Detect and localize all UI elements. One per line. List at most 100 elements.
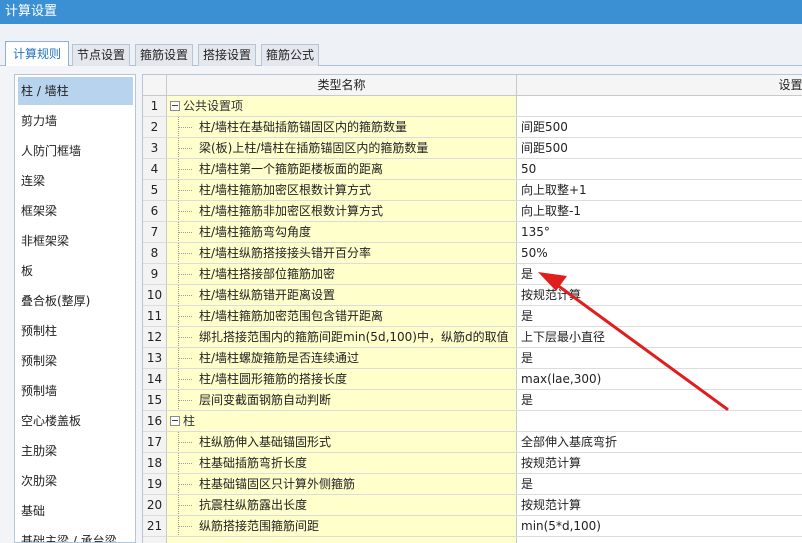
row-name-cell[interactable]: 柱/墙柱在基础插筋锚固区内的箍筋数量 bbox=[167, 117, 517, 137]
tab-node-settings[interactable]: 节点设置 bbox=[72, 44, 130, 66]
row-name-cell[interactable]: 柱/墙柱箍筋加密区根数计算方式 bbox=[167, 180, 517, 200]
row-name-cell[interactable]: 绑扎搭接范围内的箍筋间距min(5d,100)中，纵筋d的取值 bbox=[167, 327, 517, 347]
row-value-cell[interactable]: min(5*d,100) bbox=[517, 516, 802, 536]
table-row[interactable]: 15 层间变截面钢筋自动判断 是 bbox=[143, 390, 802, 411]
row-label: 梁(板)上柱/墙柱在插筋锚固区内的箍筋数量 bbox=[199, 141, 429, 155]
tab-stirrup-formula[interactable]: 箍筋公式 bbox=[261, 44, 319, 66]
row-name-cell[interactable]: 柱基础插筋弯折长度 bbox=[167, 453, 517, 473]
tab-stirrup-settings[interactable]: 箍筋设置 bbox=[135, 44, 193, 66]
row-name-cell[interactable]: 梁(板)上柱/墙柱在插筋锚固区内的箍筋数量 bbox=[167, 138, 517, 158]
table-row[interactable]: 3 梁(板)上柱/墙柱在插筋锚固区内的箍筋数量 间距500 bbox=[143, 138, 802, 159]
row-name-cell[interactable]: 层间变截面钢筋自动判断 bbox=[167, 390, 517, 410]
row-name-cell[interactable]: 纵筋搭接范围箍筋间距 bbox=[167, 516, 517, 536]
row-value-cell[interactable]: 是 bbox=[517, 348, 802, 368]
row-value-cell[interactable]: 按规范计算 bbox=[517, 285, 802, 305]
table-row[interactable]: 8 柱/墙柱纵筋搭接接头错开百分率 50% bbox=[143, 243, 802, 264]
table-row[interactable]: 2 柱/墙柱在基础插筋锚固区内的箍筋数量 间距500 bbox=[143, 117, 802, 138]
row-value-cell[interactable]: 向上取整+1 bbox=[517, 180, 802, 200]
row-name-cell[interactable]: 柱基础锚固区只计算外侧箍筋 bbox=[167, 474, 517, 494]
collapse-icon[interactable] bbox=[170, 101, 180, 111]
table-row[interactable]: 4 柱/墙柱第一个箍筋距楼板面的距离 50 bbox=[143, 159, 802, 180]
sidebar-item-non-frame-beam[interactable]: 非框架梁 bbox=[18, 227, 133, 255]
row-name-cell[interactable]: 柱 bbox=[167, 411, 517, 431]
row-value-cell[interactable]: 是 bbox=[517, 306, 802, 326]
row-value-cell[interactable]: 间距500 bbox=[517, 138, 802, 158]
sidebar-item-foundation[interactable]: 基础 bbox=[18, 497, 133, 525]
row-value-cell[interactable]: 上下层最小直径 bbox=[517, 327, 802, 347]
table-row[interactable]: 13 柱/墙柱螺旋箍筋是否连续通过 是 bbox=[143, 348, 802, 369]
row-label: 柱/墙柱搭接部位箍筋加密 bbox=[199, 267, 336, 281]
sidebar-item-hollow-slab[interactable]: 空心楼盖板 bbox=[18, 407, 133, 435]
row-value-cell[interactable]: 是 bbox=[517, 264, 802, 284]
header-type-name[interactable]: 类型名称 bbox=[167, 75, 517, 96]
sidebar-item-coupling-beam[interactable]: 连梁 bbox=[18, 167, 133, 195]
tab-lap-settings[interactable]: 搭接设置 bbox=[198, 44, 256, 66]
row-value-cell[interactable] bbox=[517, 96, 802, 116]
row-label: 柱基础锚固区只计算外侧箍筋 bbox=[199, 477, 356, 491]
row-value-cell[interactable]: 按规范计算 bbox=[517, 453, 802, 473]
sidebar-item-precast-beam[interactable]: 预制梁 bbox=[18, 347, 133, 375]
table-row[interactable]: 17 柱纵筋伸入基础锚固形式 全部伸入基底弯折 bbox=[143, 432, 802, 453]
row-number: 5 bbox=[143, 180, 167, 200]
sidebar-item-main-rib-beam[interactable]: 主肋梁 bbox=[18, 437, 133, 465]
sidebar-item-civil-defense-wall[interactable]: 人防门框墙 bbox=[18, 137, 133, 165]
row-value-cell[interactable]: 50 bbox=[517, 159, 802, 179]
tab-calc-rules[interactable]: 计算规则 bbox=[5, 41, 69, 67]
row-name-cell[interactable]: 柱/墙柱搭接部位箍筋加密 bbox=[167, 264, 517, 284]
sidebar-item-column[interactable]: 柱 / 墙柱 bbox=[18, 77, 133, 105]
row-name-cell[interactable]: 柱/墙柱箍筋加密范围包含错开距离 bbox=[167, 306, 517, 326]
table-row[interactable]: 9 柱/墙柱搭接部位箍筋加密 是 bbox=[143, 264, 802, 285]
header-setting-value[interactable]: 设置值 bbox=[517, 75, 802, 96]
table-row[interactable]: 20 抗震柱纵筋露出长度 按规范计算 bbox=[143, 495, 802, 516]
row-value-cell[interactable]: max(lae,300) bbox=[517, 369, 802, 389]
row-name-cell[interactable]: 柱/墙柱箍筋弯勾角度 bbox=[167, 222, 517, 242]
row-value-cell[interactable]: 按规范计算 bbox=[517, 495, 802, 515]
component-list[interactable]: 柱 / 墙柱 剪力墙 人防门框墙 连梁 框架梁 非框架梁 板 叠合板(整厚) 预… bbox=[14, 74, 136, 543]
table-row[interactable]: 10 柱/墙柱纵筋错开距离设置 按规范计算 bbox=[143, 285, 802, 306]
sidebar-item-slab[interactable]: 板 bbox=[18, 257, 133, 285]
table-row[interactable]: 6 柱/墙柱箍筋非加密区根数计算方式 向上取整-1 bbox=[143, 201, 802, 222]
row-name-cell[interactable]: 柱纵筋伸入基础锚固形式 bbox=[167, 432, 517, 452]
row-name-cell[interactable]: 公共设置项 bbox=[167, 96, 517, 116]
row-value-cell[interactable]: 全部伸入基底弯折 bbox=[517, 432, 802, 452]
sidebar-item-secondary-rib-beam[interactable]: 次肋梁 bbox=[18, 467, 133, 495]
table-row[interactable]: 12 绑扎搭接范围内的箍筋间距min(5d,100)中，纵筋d的取值 上下层最小直径 bbox=[143, 327, 802, 348]
table-row[interactable]: 11 柱/墙柱箍筋加密范围包含错开距离 是 bbox=[143, 306, 802, 327]
table-row[interactable]: 21 纵筋搭接范围箍筋间距 min(5*d,100) bbox=[143, 516, 802, 537]
row-label: 柱/墙柱第一个箍筋距楼板面的距离 bbox=[199, 162, 384, 176]
row-value-cell[interactable]: 50% bbox=[517, 243, 802, 263]
row-name-cell[interactable]: 柱/墙柱圆形箍筋的搭接长度 bbox=[167, 369, 517, 389]
row-name-cell[interactable]: 柱/墙柱第一个箍筋距楼板面的距离 bbox=[167, 159, 517, 179]
sidebar-item-frame-beam[interactable]: 框架梁 bbox=[18, 197, 133, 225]
sidebar-item-shear-wall[interactable]: 剪力墙 bbox=[18, 107, 133, 135]
row-name-cell[interactable]: 柱/墙柱螺旋箍筋是否连续通过 bbox=[167, 348, 517, 368]
row-value-cell[interactable]: 间距500 bbox=[517, 117, 802, 137]
row-value-cell[interactable] bbox=[517, 411, 802, 431]
table-row[interactable]: 5 柱/墙柱箍筋加密区根数计算方式 向上取整+1 bbox=[143, 180, 802, 201]
row-value-cell[interactable]: 是 bbox=[517, 390, 802, 410]
sidebar-item-foundation-beam[interactable]: 基础主梁 / 承台梁 bbox=[18, 527, 133, 542]
table-row[interactable]: 14 柱/墙柱圆形箍筋的搭接长度 max(lae,300) bbox=[143, 369, 802, 390]
table-row[interactable]: 19 柱基础锚固区只计算外侧箍筋 是 bbox=[143, 474, 802, 495]
row-label: 柱/墙柱箍筋非加密区根数计算方式 bbox=[199, 204, 384, 218]
row-name-cell[interactable]: 柱/墙柱纵筋错开距离设置 bbox=[167, 285, 517, 305]
row-number: 12 bbox=[143, 327, 167, 347]
row-name-cell bbox=[167, 537, 517, 543]
header-rownum bbox=[143, 75, 167, 96]
table-row[interactable]: 7 柱/墙柱箍筋弯勾角度 135° bbox=[143, 222, 802, 243]
collapse-icon[interactable] bbox=[170, 416, 180, 426]
sidebar-item-composite-slab[interactable]: 叠合板(整厚) bbox=[18, 287, 133, 315]
row-value-cell[interactable]: 135° bbox=[517, 222, 802, 242]
row-name-cell[interactable]: 柱/墙柱箍筋非加密区根数计算方式 bbox=[167, 201, 517, 221]
row-name-cell[interactable]: 柱/墙柱纵筋搭接接头错开百分率 bbox=[167, 243, 517, 263]
row-name-cell[interactable]: 抗震柱纵筋露出长度 bbox=[167, 495, 517, 515]
row-number: 10 bbox=[143, 285, 167, 305]
row-label: 绑扎搭接范围内的箍筋间距min(5d,100)中，纵筋d的取值 bbox=[199, 330, 509, 344]
sidebar-item-precast-column[interactable]: 预制柱 bbox=[18, 317, 133, 345]
sidebar-item-precast-wall[interactable]: 预制墙 bbox=[18, 377, 133, 405]
row-value-cell[interactable]: 是 bbox=[517, 474, 802, 494]
table-row[interactable]: 1 公共设置项 bbox=[143, 96, 802, 117]
row-value-cell[interactable]: 向上取整-1 bbox=[517, 201, 802, 221]
table-row[interactable]: 18 柱基础插筋弯折长度 按规范计算 bbox=[143, 453, 802, 474]
table-row[interactable]: 16 柱 bbox=[143, 411, 802, 432]
